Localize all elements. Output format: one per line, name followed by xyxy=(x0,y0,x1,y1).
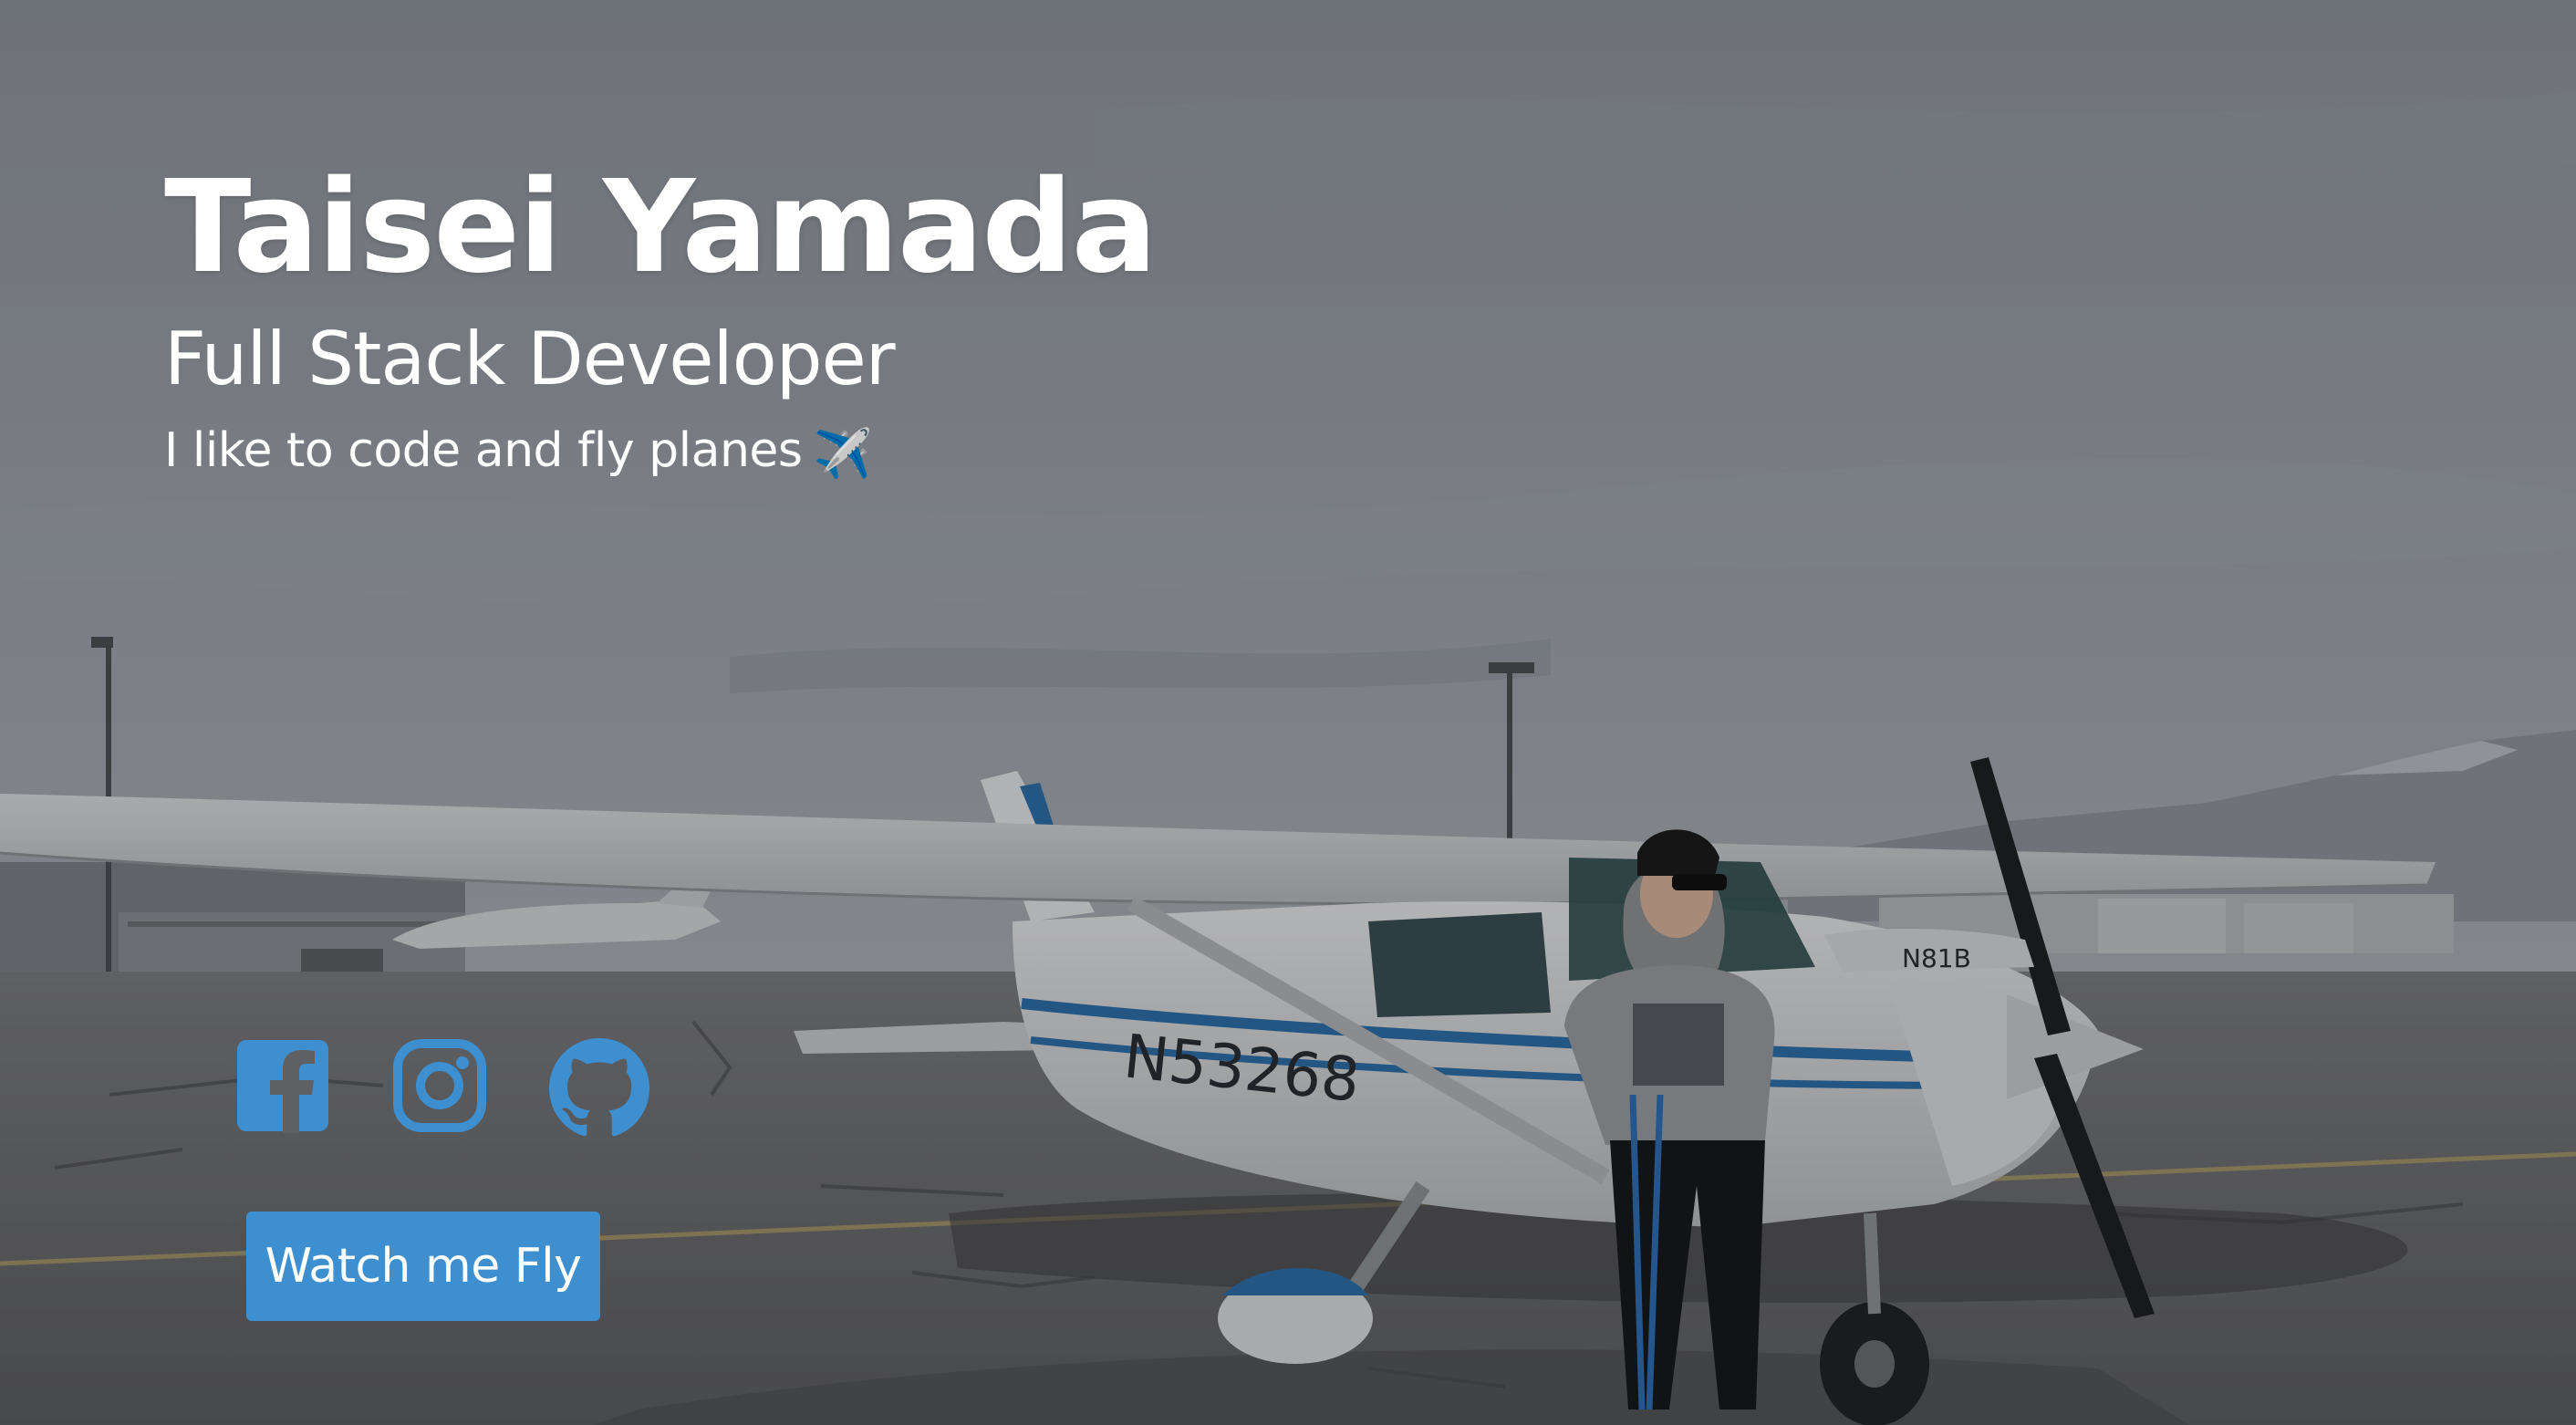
github-icon xyxy=(549,1038,649,1137)
tagline-text: I like to code and fly planes xyxy=(164,423,803,478)
instagram-link[interactable] xyxy=(392,1038,487,1137)
hero-tagline: I like to code and fly planes ✈️ xyxy=(164,421,1156,484)
airplane-icon: ✈️ xyxy=(813,427,872,482)
facebook-link[interactable] xyxy=(235,1038,330,1137)
watch-me-fly-button[interactable]: Watch me Fly xyxy=(246,1212,600,1321)
social-links xyxy=(235,1038,649,1137)
github-link[interactable] xyxy=(549,1038,649,1137)
hero-role: Full Stack Developer xyxy=(164,317,896,401)
hero-section: N53268 N81B Taisei Yamada Full Stack Dev… xyxy=(0,0,2576,1425)
hero-name: Taisei Yamada xyxy=(164,153,1158,302)
instagram-icon xyxy=(393,1039,486,1132)
hero-text: Taisei Yamada Full Stack Developer I lik… xyxy=(164,153,1158,484)
facebook-icon xyxy=(237,1040,328,1133)
